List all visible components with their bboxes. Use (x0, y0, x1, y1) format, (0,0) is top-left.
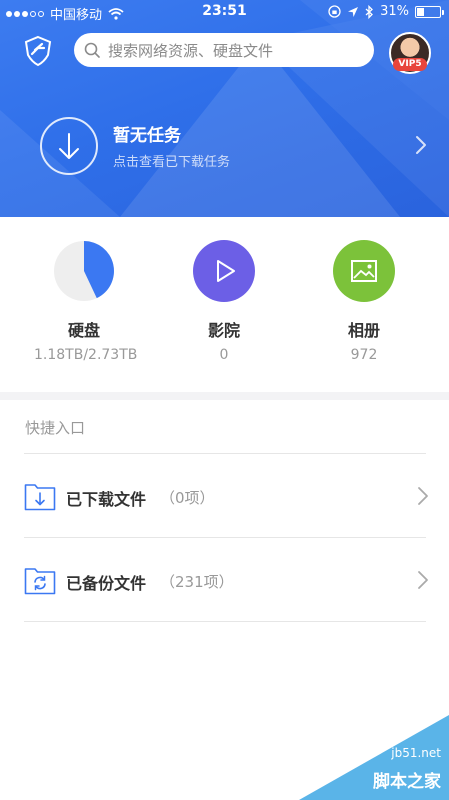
quick-item-name: 已下载文件 (66, 490, 147, 509)
category-cinema[interactable]: 影院 0 (174, 240, 274, 363)
play-icon (193, 240, 255, 302)
divider (24, 621, 426, 622)
category-value: 972 (350, 347, 378, 363)
search-icon (84, 42, 100, 58)
watermark-name: 脚本之家 (373, 772, 441, 792)
quick-item-name: 已备份文件 (66, 574, 147, 593)
category-label: 相册 (347, 321, 380, 340)
download-folder-icon (24, 484, 56, 511)
search-placeholder: 搜索网络资源、硬盘文件 (108, 41, 274, 60)
bluetooth-icon (365, 4, 374, 19)
quick-access-title: 快捷入口 (25, 419, 86, 437)
category-album[interactable]: 相册 972 (314, 240, 414, 363)
header-banner: 中国移动 23:51 31% 搜索网络资源、硬盘文件 VIP5 暂无任务 点击查… (0, 0, 449, 217)
chevron-right-icon (418, 571, 428, 589)
chevron-right-icon (416, 136, 426, 154)
search-bar[interactable]: 搜索网络资源、硬盘文件 (74, 33, 374, 67)
pie-usage-icon (53, 240, 115, 302)
task-title: 暂无任务 (113, 126, 181, 146)
watermark-site: jb51.net (391, 746, 441, 760)
battery-icon (415, 5, 444, 18)
category-value: 1.18TB/2.73TB (34, 347, 138, 363)
download-icon (40, 117, 98, 175)
rotation-lock-icon (328, 5, 341, 18)
picture-icon (333, 240, 395, 302)
battery-percent: 31% (380, 4, 409, 19)
quick-item-count: （231项） (160, 573, 234, 591)
category-value: 0 (219, 347, 229, 363)
status-bar: 中国移动 23:51 31% (0, 0, 449, 24)
location-icon (348, 6, 359, 17)
category-label: 影院 (207, 321, 240, 340)
category-label: 硬盘 (67, 321, 100, 340)
category-disk[interactable]: 硬盘 1.18TB/2.73TB (34, 240, 138, 363)
quick-item-backup[interactable]: 已备份文件 （231项） (0, 538, 449, 622)
task-subtitle: 点击查看已下载任务 (113, 155, 231, 170)
task-entry[interactable]: 暂无任务 点击查看已下载任务 (0, 105, 449, 190)
chevron-right-icon (418, 487, 428, 505)
quick-item-downloaded[interactable]: 已下载文件 （0项） (0, 454, 449, 538)
vip-badge: VIP5 (393, 58, 427, 71)
backup-folder-icon (24, 568, 56, 595)
app-logo-icon[interactable] (22, 35, 54, 67)
section-divider (0, 392, 449, 400)
quick-item-count: （0项） (160, 489, 215, 507)
